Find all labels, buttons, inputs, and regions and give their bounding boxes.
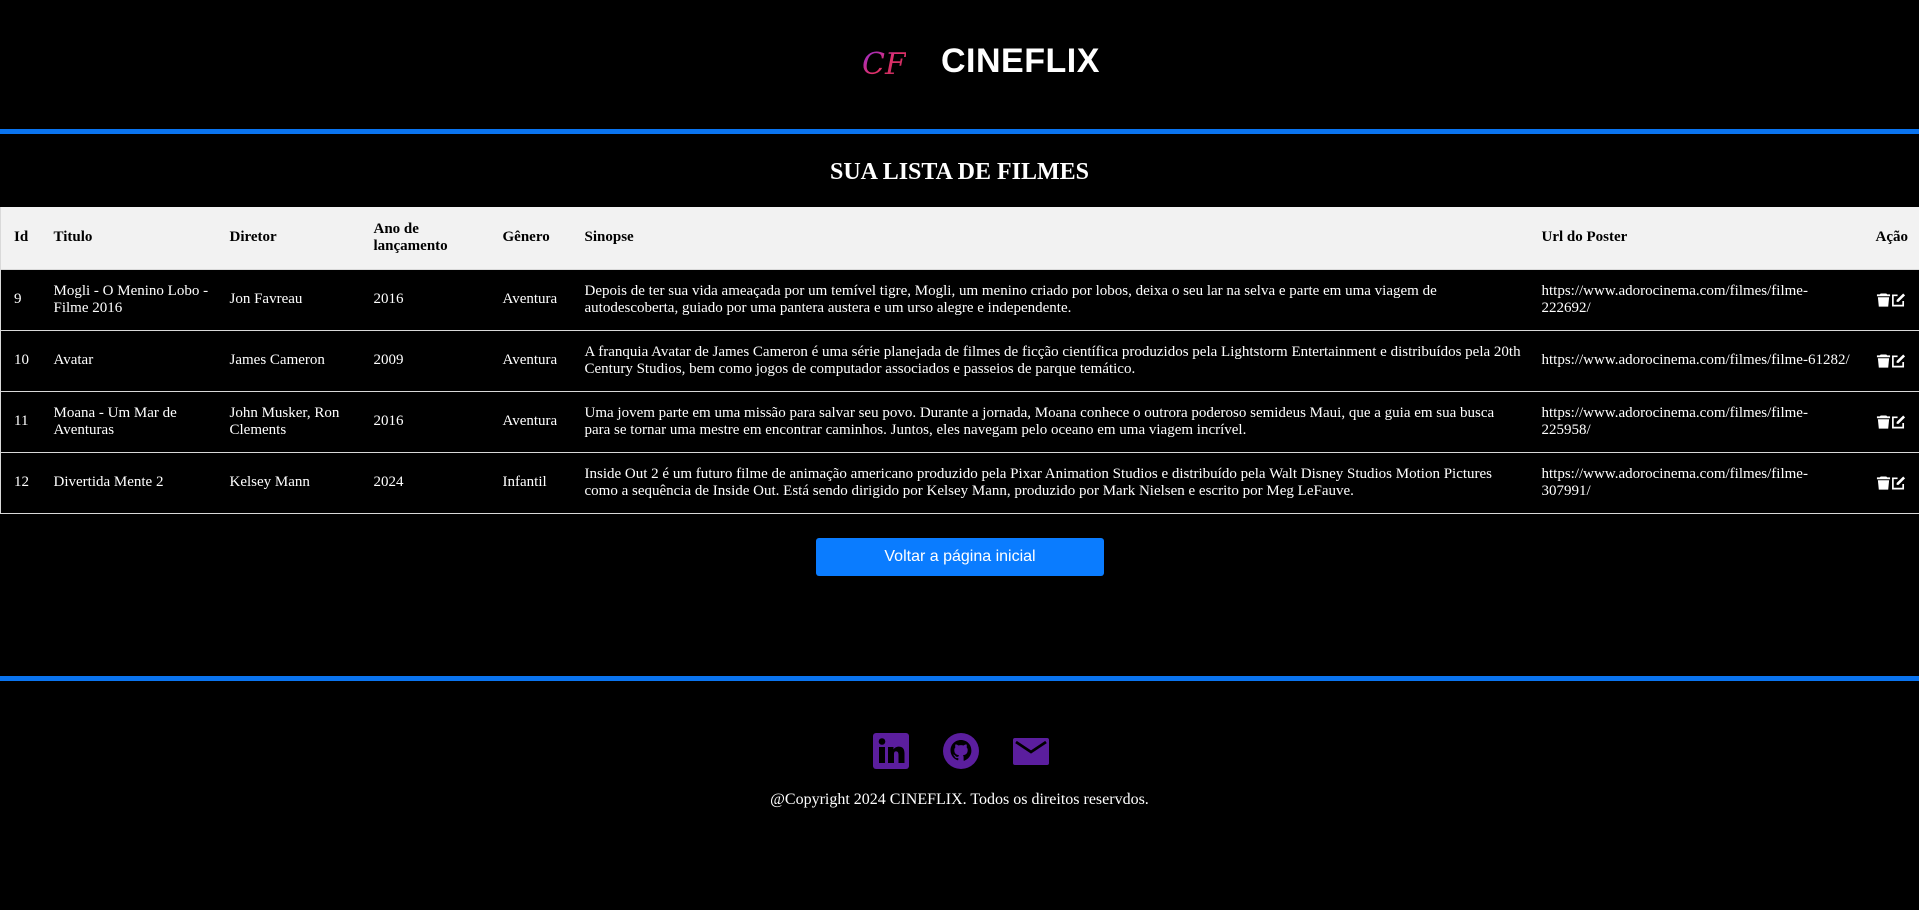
cell-diretor: Kelsey Mann	[216, 451, 361, 514]
col-acao-header: Ação	[1862, 207, 1919, 269]
cell-id: 10	[0, 329, 41, 391]
cell-url: https://www.adorocinema.com/filmes/filme…	[1528, 390, 1863, 452]
table-row: 10 Avatar James Cameron 2009 Aventura A …	[0, 329, 1919, 391]
brand-name: CINEFLIX	[941, 42, 1100, 80]
edit-icon[interactable]	[1891, 475, 1906, 491]
cell-id: 9	[0, 268, 41, 330]
back-home-button[interactable]: Voltar a página inicial	[816, 538, 1104, 576]
cineflix-logo[interactable]: CF	[858, 44, 907, 84]
col-titulo-header: Titulo	[40, 207, 217, 269]
cell-genero: Aventura	[489, 329, 572, 391]
page-title: SUA LISTA DE FILMES	[830, 159, 1089, 185]
col-diretor-header: Diretor	[216, 207, 361, 269]
trash-icon[interactable]	[1876, 353, 1891, 369]
cell-diretor: Jon Favreau	[216, 268, 361, 330]
social-links	[0, 732, 1919, 770]
trash-icon[interactable]	[1876, 475, 1891, 491]
cell-url: https://www.adorocinema.com/filmes/filme…	[1528, 268, 1863, 330]
table-row: 9 Mogli - O Menino Lobo - Filme 2016 Jon…	[0, 268, 1919, 330]
cell-genero: Infantil	[489, 451, 572, 514]
cell-diretor: John Musker, Ron Clements	[216, 390, 361, 452]
col-genero-header: Gênero	[489, 207, 572, 269]
edit-icon[interactable]	[1891, 353, 1906, 369]
copyright-text: @Copyright 2024 CINEFLIX. Todos os direi…	[770, 791, 1149, 808]
trash-icon[interactable]	[1876, 292, 1891, 308]
edit-icon[interactable]	[1891, 414, 1906, 430]
cell-sinopse: Uma jovem parte em uma missão para salva…	[571, 390, 1529, 452]
cell-genero: Aventura	[489, 268, 572, 330]
col-ano-header: Ano de lançamento	[360, 207, 490, 269]
cell-titulo: Moana - Um Mar de Aventuras	[40, 390, 217, 452]
movies-table: Id Titulo Diretor Ano de lançamento Gêne…	[0, 207, 1919, 514]
table-row: 12 Divertida Mente 2 Kelsey Mann 2024 In…	[0, 451, 1919, 514]
cell-url: https://www.adorocinema.com/filmes/filme…	[1528, 329, 1863, 391]
col-id-header: Id	[0, 207, 41, 269]
trash-icon[interactable]	[1876, 414, 1891, 430]
cell-titulo: Mogli - O Menino Lobo - Filme 2016	[40, 268, 217, 330]
cell-acao	[1862, 329, 1919, 391]
edit-icon[interactable]	[1891, 292, 1906, 308]
svg-text:CF: CF	[862, 47, 906, 82]
cell-acao	[1862, 390, 1919, 452]
cell-sinopse: A franquia Avatar de James Cameron é uma…	[571, 329, 1529, 391]
footer-divider	[0, 676, 1919, 681]
cell-ano: 2016	[360, 268, 490, 330]
cell-url: https://www.adorocinema.com/filmes/filme…	[1528, 451, 1863, 514]
cell-acao	[1862, 268, 1919, 330]
cell-titulo: Divertida Mente 2	[40, 451, 217, 514]
linkedin-icon[interactable]	[872, 732, 909, 770]
cell-ano: 2016	[360, 390, 490, 452]
cell-ano: 2009	[360, 329, 490, 391]
cell-sinopse: Inside Out 2 é um futuro filme de animaç…	[571, 451, 1529, 514]
github-icon[interactable]	[942, 732, 979, 770]
cell-acao	[1862, 451, 1919, 514]
cell-genero: Aventura	[489, 390, 572, 452]
cell-sinopse: Depois de ter sua vida ameaçada por um t…	[571, 268, 1529, 330]
cell-diretor: James Cameron	[216, 329, 361, 391]
mail-icon[interactable]	[1012, 732, 1049, 770]
col-sinopse-header: Sinopse	[571, 207, 1529, 269]
cell-ano: 2024	[360, 451, 490, 514]
table-header-row: Id Titulo Diretor Ano de lançamento Gêne…	[0, 207, 1919, 269]
cell-titulo: Avatar	[40, 329, 217, 391]
table-row: 11 Moana - Um Mar de Aventuras John Musk…	[0, 390, 1919, 452]
site-header: CF CINEFLIX	[0, 0, 1919, 134]
cell-id: 12	[0, 451, 41, 514]
col-url-header: Url do Poster	[1528, 207, 1863, 269]
cell-id: 11	[0, 390, 41, 452]
